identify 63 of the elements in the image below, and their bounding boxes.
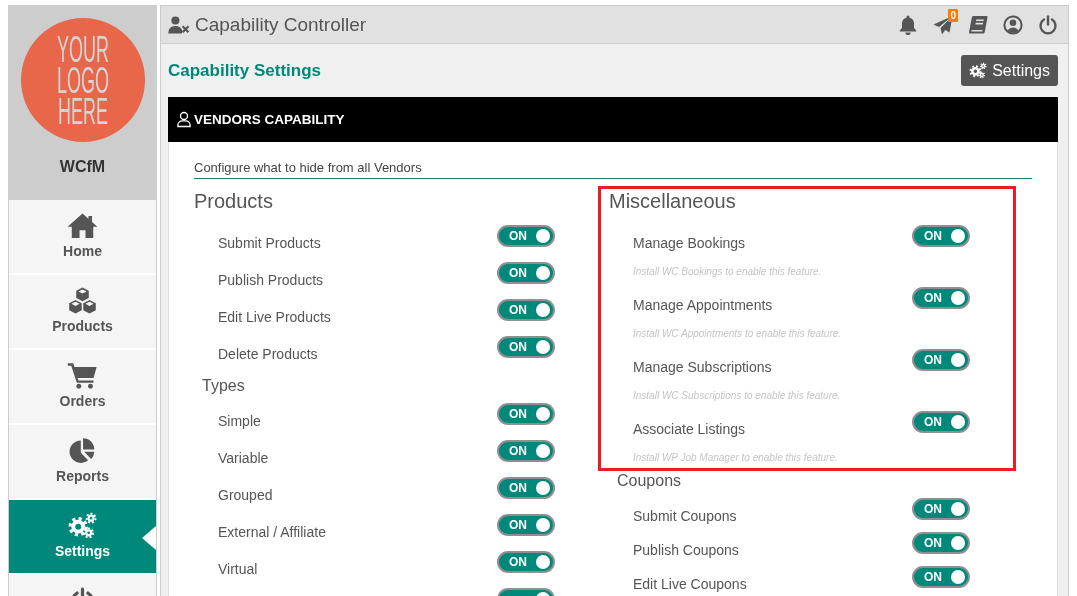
power-icon[interactable] (1038, 14, 1058, 35)
section-heading: Types (202, 376, 245, 396)
gears-icon (969, 62, 988, 79)
sidebar-item[interactable]: Settings (9, 500, 156, 573)
toggle-switch[interactable]: ON (497, 440, 555, 462)
option-label: External / Affiliate (218, 523, 326, 542)
option-label: Variable (218, 449, 269, 468)
hint-text: Install WC Bookings to enable this feature. (633, 265, 822, 279)
option-label: Simple (218, 412, 261, 431)
intro-text: Configure what to hide from all Vendors (194, 160, 422, 175)
option-label: Virtual (218, 560, 258, 579)
sidebar-item[interactable]: Products (9, 275, 156, 348)
cart-icon (67, 362, 98, 389)
option-label: Publish Products (218, 271, 324, 290)
house-icon (67, 212, 98, 239)
option-label: Submit Coupons (633, 507, 737, 526)
panel-title: VENDORS CAPABILITY (194, 112, 345, 127)
bell-icon[interactable] (898, 14, 918, 35)
toggle-switch[interactable]: ON (497, 262, 555, 284)
hint-text: Install WC Appointments to enable this feature. (633, 327, 842, 341)
option-label: Delete Products (218, 345, 318, 364)
account-icon[interactable] (1003, 14, 1023, 35)
toggle-switch[interactable]: ON (497, 477, 555, 499)
option-label: Manage Subscriptions (633, 358, 772, 377)
user-icon (177, 111, 191, 128)
gears-icon (67, 512, 98, 539)
toggle-switch[interactable]: ON (912, 498, 970, 520)
logo: YOUR LOGO HERE (20, 18, 145, 142)
toggle-switch[interactable]: ON (497, 336, 555, 358)
app-title: Capability Controller (195, 13, 367, 36)
option-label: Edit Live Products (218, 308, 331, 327)
user-x-icon (168, 15, 190, 34)
sidebar-item[interactable]: Reports (9, 425, 156, 498)
section-heading: Products (194, 189, 273, 213)
toggle-switch[interactable]: ON (497, 225, 555, 247)
toggle-switch[interactable]: ON (912, 225, 970, 247)
settings-button[interactable]: Settings (961, 55, 1058, 86)
toggle-switch[interactable]: ON (497, 551, 555, 573)
toggle-switch[interactable]: ON (912, 411, 970, 433)
option-label: Associate Listings (633, 420, 746, 439)
section-heading: Miscellaneous (609, 189, 736, 213)
hint-text: Install WC Subscriptions to enable this feature. (633, 389, 841, 403)
brand-name: WCfM (59, 157, 106, 177)
toggle-switch[interactable]: ON (912, 287, 970, 309)
page-title: Capability Settings (168, 60, 322, 81)
option-label: Submit Products (218, 234, 321, 253)
section-heading: Coupons (617, 471, 682, 491)
toggle-switch[interactable]: ON (497, 299, 555, 321)
option-label: Manage Appointments (633, 296, 773, 315)
toggle-switch[interactable]: ON (912, 532, 970, 554)
option-label: Manage Bookings (633, 234, 746, 253)
sidebar-item[interactable]: Home (9, 200, 156, 273)
sidebar-item[interactable]: Orders (9, 350, 156, 423)
count-badge: 0 (948, 8, 958, 22)
book-icon[interactable] (968, 14, 988, 35)
toggle-switch[interactable]: ON (912, 349, 970, 371)
toggle-switch[interactable]: ON (497, 403, 555, 425)
option-label: Publish Coupons (633, 541, 739, 560)
toggle-switch[interactable]: ON (497, 514, 555, 536)
cubes-icon (67, 287, 98, 314)
toggle-switch[interactable]: ON (912, 566, 970, 588)
option-label: Edit Live Coupons (633, 575, 747, 594)
option-label: Grouped (218, 486, 273, 505)
